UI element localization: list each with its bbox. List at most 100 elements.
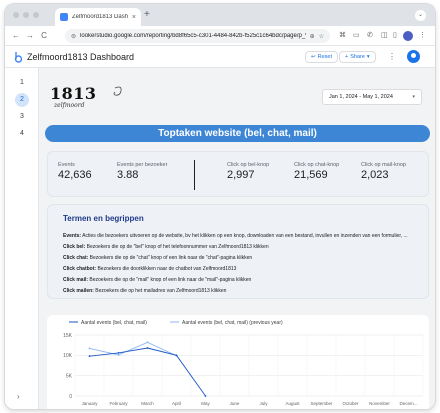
back-button[interactable]: ← (11, 30, 21, 42)
kpi-value: 2,023 (361, 169, 389, 181)
browser-menu-icon[interactable]: ⋮ (419, 31, 426, 41)
minimize-window-dot[interactable] (23, 12, 29, 18)
term-text: Bezoekers die doorklikken naar de chatbo… (96, 266, 237, 272)
url-field[interactable]: ⊜ lookerstudio.google.com/reporting/bd8f… (65, 29, 330, 43)
kpi-label: Click op chat-knop (294, 162, 340, 168)
data-point (146, 341, 149, 344)
browser-window: Zelfmoord1813 Dashboard - ... × + ⌄ ← → … (5, 4, 435, 409)
term-name: Click mail: (63, 277, 89, 283)
data-point (88, 355, 91, 358)
kpi-value: 21,569 (294, 169, 328, 181)
kpi-scorecard-panel: Events 42,636 Events per bezoeker 3.88 C… (47, 151, 429, 197)
x-tick-label: June (230, 401, 240, 406)
term-name: Events: (63, 233, 82, 239)
puzzle-icon[interactable]: ◫ (381, 31, 388, 41)
term-item: Click chatbot: Bezoekers die doorklikken… (63, 266, 236, 272)
tab-title: Zelfmoord1813 Dashboard - ... (72, 14, 128, 20)
term-name: Click bel: (63, 244, 86, 250)
kpi-click-mail[interactable]: Click op mail-knop 2,023 (361, 162, 406, 181)
kpi-events[interactable]: Events 42,636 (58, 162, 92, 181)
close-window-dot[interactable] (13, 12, 19, 18)
legend-label: Aantal events (bel, chat, mail) (81, 320, 147, 326)
term-text: Bezoekers die op de "chat" knop of een l… (88, 255, 253, 261)
phone-icon[interactable]: ✆ (367, 31, 373, 41)
cast-icon[interactable]: ▭ (353, 31, 360, 41)
account-avatar[interactable] (407, 50, 420, 63)
kpi-events-per-visitor[interactable]: Events per bezoeker 3.88 (117, 162, 167, 181)
page-item-4[interactable]: 4 (15, 127, 29, 141)
term-name: Click chatbot: (63, 266, 97, 272)
tab-active[interactable]: Zelfmoord1813 Dashboard - ... × (55, 8, 141, 26)
section-banner: Toptaken website (bel, chat, mail) (45, 125, 430, 142)
kpi-value: 42,636 (58, 169, 92, 181)
tab-search-button[interactable]: ⌄ (415, 10, 426, 21)
app-header: Zelfmoord1813 Dashboard ↩ Reset + Share … (5, 46, 435, 68)
tab-close-icon[interactable]: × (132, 14, 136, 21)
x-tick-label: Decem... (399, 401, 417, 406)
forward-button[interactable]: → (25, 30, 35, 42)
new-tab-button[interactable]: + (144, 10, 150, 20)
term-text: Bezoekers die op de "mail" knop of een l… (88, 277, 252, 283)
page-item-3[interactable]: 3 (15, 110, 29, 124)
term-item: Click mail: Bezoekers die op de "mail" k… (63, 277, 251, 283)
kpi-label: Click op bel-knop (227, 162, 270, 168)
looker-studio-favicon-icon (60, 13, 68, 21)
brand-number: 1813 (50, 84, 97, 103)
x-tick-label: September (310, 401, 333, 406)
kpi-click-chat[interactable]: Click op chat-knop 21,569 (294, 162, 339, 181)
x-tick-label: March (141, 401, 154, 406)
term-text: Bezoekers die op de "bel" knop of het te… (85, 244, 269, 250)
reload-button[interactable]: C (39, 30, 49, 42)
y-tick-label: 10K (63, 353, 73, 359)
site-info-icon[interactable]: ⊜ (71, 33, 76, 40)
term-name: Click chat: (63, 255, 89, 261)
data-point (175, 354, 178, 357)
brand-swirl-icon (113, 86, 122, 96)
x-tick-label: May (201, 401, 210, 406)
data-point (204, 395, 207, 397)
term-item: Events: Acties die bezoekers uitvoeren o… (63, 233, 408, 239)
page-item-1[interactable]: 1 (15, 76, 29, 90)
brand-tagline: zelfmoord (54, 102, 85, 109)
kpi-divider (194, 160, 195, 190)
share-dropdown-icon[interactable]: ▾ (367, 54, 370, 60)
y-tick-label: 0 (69, 394, 72, 400)
url-text: lookerstudio.google.com/reporting/bd8f65… (80, 33, 306, 39)
kpi-value: 2,997 (227, 169, 255, 181)
sidebar-icon[interactable]: ▯ (393, 31, 397, 41)
brand-logo: 1813 zelfmoord (50, 84, 130, 114)
reset-button[interactable]: ↩ Reset (305, 51, 338, 63)
kpi-click-bel[interactable]: Click op bel-knop 2,997 (227, 162, 269, 181)
extension-icon[interactable]: ⌘ (339, 31, 346, 41)
share-button[interactable]: + Share ▾ (339, 51, 376, 63)
date-range-caret-icon: ▾ (412, 94, 415, 100)
x-tick-label: February (109, 401, 128, 406)
x-tick-label: November (369, 401, 390, 406)
x-tick-label: July (259, 401, 268, 406)
kpi-label: Events (58, 162, 75, 168)
date-range-picker[interactable]: Jan 1, 2024 - May 1, 2024 ▾ (322, 89, 422, 105)
page-item-2[interactable]: 2 (15, 93, 29, 107)
term-item: Click chat: Bezoekers die op de "chat" k… (63, 255, 252, 261)
x-tick-label: October (342, 401, 359, 406)
chart-svg: 15K 10K 5K 0 January February March April May Jun… (63, 320, 424, 406)
report-title[interactable]: Zelfmoord1813 Dashboard (27, 52, 134, 62)
term-item: Click bel: Bezoekers die op de "bel" kno… (63, 244, 269, 250)
reset-icon: ↩ (311, 54, 316, 60)
address-bar: ← → C ⊜ lookerstudio.google.com/reportin… (5, 26, 435, 46)
more-options-icon[interactable]: ⋮ (388, 52, 396, 61)
zoom-icon[interactable]: ⊕ (310, 33, 315, 40)
legend-label: Aantal events (bel, chat, mail) (previou… (182, 320, 283, 326)
browser-profile-icon[interactable] (403, 31, 413, 41)
expand-panel-icon[interactable]: › (17, 392, 20, 401)
terms-title: Termen en begrippen (63, 214, 144, 223)
date-range-value: Jan 1, 2024 - May 1, 2024 (329, 94, 393, 100)
add-person-icon: + (345, 54, 349, 60)
kpi-label: Click op mail-knop (361, 162, 406, 168)
maximize-window-dot[interactable] (33, 12, 39, 18)
bookmark-star-icon[interactable]: ☆ (319, 33, 324, 40)
events-line-chart[interactable]: 15K 10K 5K 0 January February March April May Jun… (47, 315, 429, 409)
data-point (117, 351, 120, 354)
x-tick-label: August (285, 401, 300, 406)
y-tick-label: 5K (66, 373, 73, 379)
